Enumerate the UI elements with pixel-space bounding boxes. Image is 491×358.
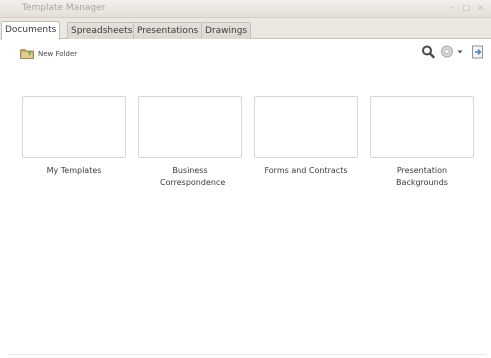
new-folder-button[interactable]: New Folder — [20, 48, 77, 59]
window-titlebar: Template Manager – □ × — [0, 0, 491, 18]
template-view: My Templates Business Correspondence For… — [8, 66, 486, 354]
window-title: Template Manager — [22, 3, 106, 13]
tab-drawings[interactable]: Drawings — [201, 22, 252, 39]
maximize-icon[interactable]: □ — [462, 3, 471, 13]
settings-icon[interactable] — [440, 44, 454, 60]
import-icon[interactable] — [471, 44, 485, 60]
folder-thumbnail[interactable] — [370, 96, 474, 158]
folder-label: Business Correspondence — [160, 166, 226, 187]
new-folder-label: New Folder — [38, 49, 78, 58]
folder-label: Presentation Backgrounds — [396, 166, 448, 187]
folder-label: My Templates — [46, 166, 102, 175]
folder-tile-my-templates[interactable]: My Templates — [22, 96, 126, 177]
minimize-icon[interactable]: – — [448, 3, 457, 13]
content-border — [8, 354, 486, 355]
tab-bar: Documents Spreadsheets Presentations Dra… — [0, 18, 491, 40]
tab-documents[interactable]: Documents — [1, 21, 61, 40]
folder-icon — [20, 48, 34, 59]
toolbar-right — [421, 44, 491, 62]
toolbar: New Folder — [0, 40, 491, 66]
close-icon[interactable]: × — [476, 3, 485, 13]
tab-presentations[interactable]: Presentations — [133, 22, 203, 39]
tab-spreadsheets[interactable]: Spreadsheets — [67, 22, 137, 39]
folder-tile-presentation-backgrounds[interactable]: Presentation Backgrounds — [370, 96, 474, 189]
folder-tile-business-correspondence[interactable]: Business Correspondence — [138, 96, 242, 189]
folder-thumbnail[interactable] — [138, 96, 242, 158]
folder-tile-forms-and-contracts[interactable]: Forms and Contracts — [254, 96, 358, 177]
search-icon[interactable] — [421, 44, 435, 60]
folder-thumbnail[interactable] — [254, 96, 358, 158]
dropdown-icon[interactable] — [456, 44, 464, 60]
window-controls: – □ × — [448, 3, 485, 13]
folder-label: Forms and Contracts — [264, 166, 348, 175]
folder-thumbnail[interactable] — [22, 96, 126, 158]
